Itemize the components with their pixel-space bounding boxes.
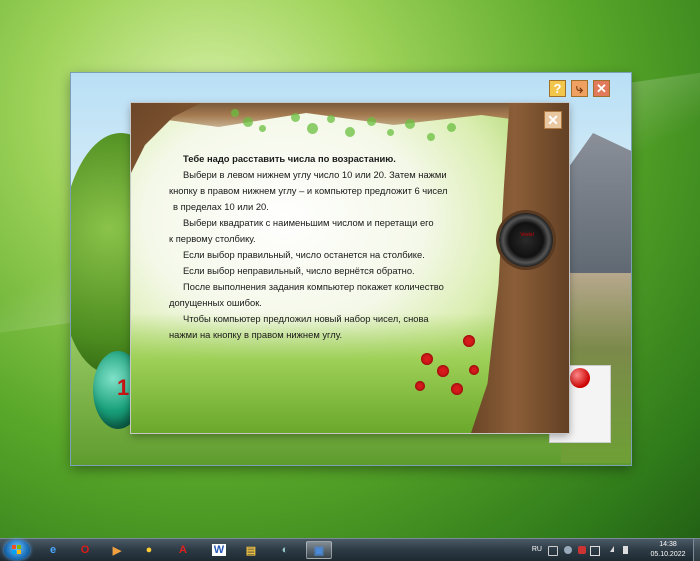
battery-icon[interactable]	[590, 546, 600, 556]
poppy-flower	[421, 353, 433, 365]
instruction-line: допущенных ошибок.	[169, 297, 262, 308]
taskbar-item[interactable]: ●	[136, 541, 162, 559]
scene-mountain	[561, 133, 631, 283]
tray-icon-1[interactable]	[548, 546, 558, 556]
instruction-line: к первому столбику.	[169, 233, 256, 244]
signpost-icon: ⤷	[575, 80, 584, 96]
language-indicator[interactable]: RU	[532, 546, 542, 553]
instruction-line: кнопку в правом нижнем углу – и компьюте…	[169, 185, 448, 196]
taskbar-item[interactable]: O	[72, 541, 98, 559]
leaf	[367, 117, 376, 126]
leaf	[259, 125, 266, 132]
taskbar-item[interactable]: ▤	[238, 541, 264, 559]
tray-icon-3[interactable]	[578, 546, 586, 554]
media-player-icon: ▶	[112, 544, 122, 557]
taskbar-item[interactable]: ▣	[306, 541, 332, 559]
instruction-line: Выбери квадратик с наименьшим числом и п…	[183, 217, 434, 228]
clock-date[interactable]: 05.10.2022	[646, 551, 690, 558]
leaf	[307, 123, 318, 134]
instructions-text: Тебе надо расставить числа по возрастани…	[169, 151, 459, 343]
taskbar-item[interactable]: e	[40, 541, 66, 559]
taskbar: e O ▶ ● A W ▤ ◐ ▣ RU 14:38 05.10.2022	[0, 538, 700, 561]
help-button[interactable]: ?	[549, 80, 566, 97]
help-icon: ?	[553, 81, 562, 96]
poppy-flower	[469, 365, 479, 375]
instruction-line: Чтобы компьютер предложил новый набор чи…	[183, 313, 429, 324]
start-button[interactable]	[4, 540, 30, 560]
poppy-flower	[437, 365, 449, 377]
dialog-close-button[interactable]: ✕	[544, 111, 562, 129]
leaf	[231, 109, 239, 117]
network-icon[interactable]	[610, 546, 614, 552]
speaker-brand: Vestel	[520, 232, 534, 238]
file-explorer-icon: ▤	[245, 544, 257, 557]
pdf-reader-icon: A	[179, 544, 187, 556]
word-icon: W	[211, 544, 227, 556]
leaf	[447, 123, 456, 132]
taskbar-item[interactable]: A	[170, 541, 196, 559]
leaf	[405, 119, 415, 129]
instruction-line: Если выбор неправильный, число вернётся …	[183, 265, 415, 276]
show-desktop-button[interactable]	[693, 539, 700, 561]
globe-number: 1	[117, 375, 130, 400]
instructions-title: Тебе надо расставить числа по возрастани…	[183, 153, 396, 164]
instruction-line: в пределах 10 или 20.	[173, 201, 269, 212]
home-button[interactable]: ⤷	[571, 80, 588, 97]
clock-time[interactable]: 14:38	[646, 541, 690, 548]
leaf	[345, 127, 355, 137]
app-close-button[interactable]: ✕	[593, 80, 610, 97]
poppy-flower	[463, 335, 475, 347]
instruction-line: После выполнения задания компьютер покаж…	[183, 281, 444, 292]
instruction-line: Если выбор правильный, число останется н…	[183, 249, 425, 260]
leaf	[243, 117, 253, 127]
app-window-icon: ▣	[313, 544, 325, 557]
volume-icon[interactable]	[623, 546, 628, 554]
leaf	[291, 113, 300, 122]
windows-logo-icon	[12, 545, 22, 555]
internet-explorer-icon: e	[49, 544, 57, 556]
browser-icon: ◐	[281, 544, 289, 556]
instruction-line: нажми на кнопку в правом нижнем углу.	[169, 329, 343, 340]
opera-icon: O	[80, 544, 90, 556]
poppy-flower	[451, 383, 463, 395]
close-icon: ✕	[596, 80, 607, 96]
leaf	[427, 133, 435, 141]
taskbar-item[interactable]: W	[206, 541, 232, 559]
taskbar-item[interactable]: ◐	[272, 541, 298, 559]
instructions-dialog: Vestel ✕ Тебе надо расставить числа по в…	[131, 103, 569, 433]
close-icon: ✕	[547, 111, 559, 128]
chrome-icon: ●	[145, 544, 153, 556]
speaker-button[interactable]: Vestel	[499, 213, 553, 267]
instruction-line: Выбери в левом нижнем углу число 10 или …	[183, 169, 447, 180]
poppy-flower	[415, 381, 425, 391]
tray-icon-2[interactable]	[564, 546, 572, 554]
leaf	[387, 129, 394, 136]
leaf	[327, 115, 335, 123]
red-ball-icon	[570, 368, 590, 388]
taskbar-item[interactable]: ▶	[104, 541, 130, 559]
